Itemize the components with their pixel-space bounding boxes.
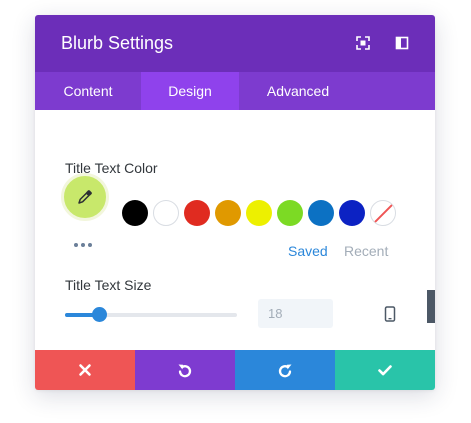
title-text-size-label: Title Text Size xyxy=(65,277,152,293)
modal-footer xyxy=(35,350,435,390)
color-picker-button[interactable] xyxy=(61,173,109,221)
swatch-yellow[interactable] xyxy=(246,200,272,226)
redo-button[interactable] xyxy=(235,350,335,390)
undo-icon xyxy=(178,364,192,378)
modal-header[interactable]: Blurb Settings xyxy=(35,15,435,72)
swatch-dark-blue[interactable] xyxy=(339,200,365,226)
discard-button[interactable] xyxy=(35,350,135,390)
check-icon xyxy=(378,365,392,376)
size-slider-track[interactable] xyxy=(65,313,237,317)
undo-button[interactable] xyxy=(135,350,235,390)
swatch-orange[interactable] xyxy=(215,200,241,226)
saved-colors-tab[interactable]: Saved xyxy=(288,243,328,259)
tab-bar: Content Design Advanced xyxy=(35,72,435,110)
size-input[interactable] xyxy=(258,299,333,328)
recent-colors-tab[interactable]: Recent xyxy=(344,243,388,259)
swatch-red[interactable] xyxy=(184,200,210,226)
more-options-icon[interactable] xyxy=(74,242,94,248)
tab-content[interactable]: Content xyxy=(35,72,141,110)
save-button[interactable] xyxy=(335,350,435,390)
close-icon xyxy=(79,364,91,376)
size-slider-handle[interactable] xyxy=(91,307,107,322)
swatch-none[interactable] xyxy=(370,200,396,226)
scrollbar-thumb[interactable] xyxy=(427,290,435,323)
swatch-blue[interactable] xyxy=(308,200,334,226)
sidebar-toggle-icon[interactable] xyxy=(394,35,410,51)
swatch-green[interactable] xyxy=(277,200,303,226)
settings-modal: Blurb Settings Content Design Advanced T… xyxy=(35,15,435,390)
tab-advanced[interactable]: Advanced xyxy=(239,72,357,110)
tab-design[interactable]: Design xyxy=(141,72,239,110)
eyedropper-icon xyxy=(78,190,92,204)
redo-icon xyxy=(278,364,292,378)
swatch-black[interactable] xyxy=(122,200,148,226)
settings-body: Title Text Color Saved Recent Title Text… xyxy=(35,110,435,350)
swatch-white[interactable] xyxy=(153,200,179,226)
expand-icon[interactable] xyxy=(355,35,371,51)
phone-icon[interactable] xyxy=(384,306,396,322)
modal-title: Blurb Settings xyxy=(61,33,174,53)
